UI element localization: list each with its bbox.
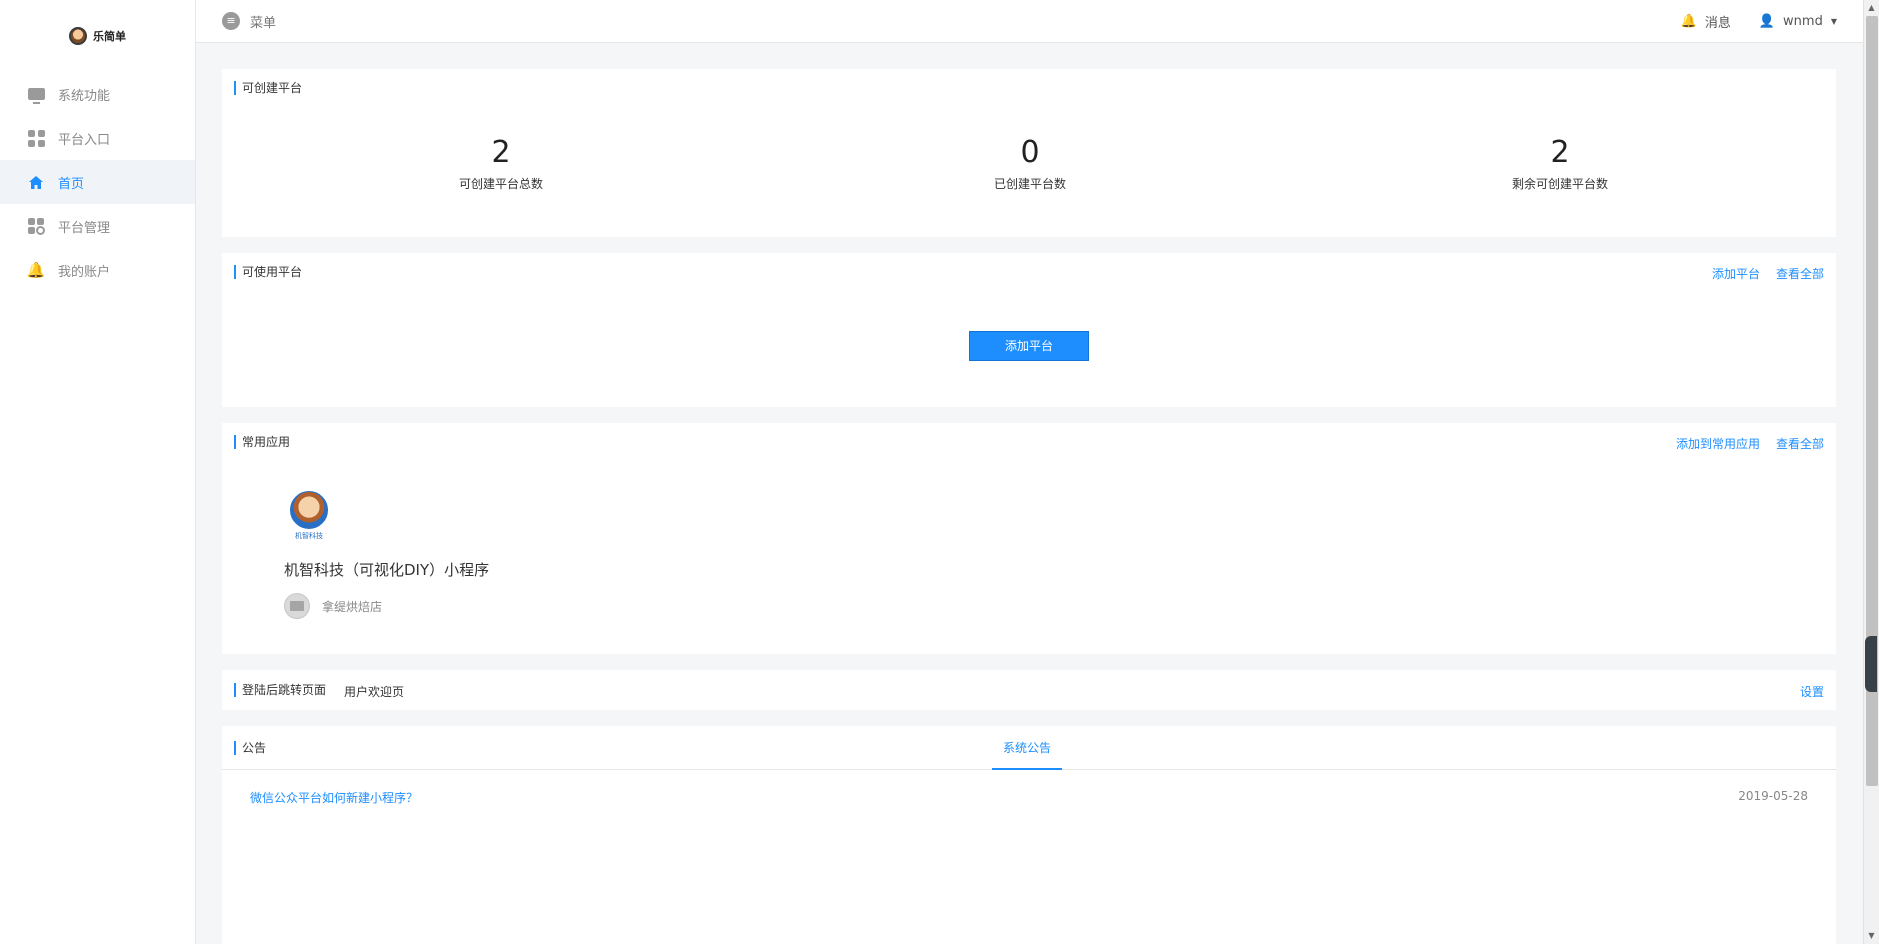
card-actions: 设置 bbox=[1800, 683, 1824, 700]
grid-icon bbox=[26, 128, 46, 148]
messages-label: 消息 bbox=[1704, 15, 1731, 31]
stat-total: 2 可创建平台总数 bbox=[381, 135, 621, 192]
view-all-apps-link[interactable]: 查看全部 bbox=[1776, 435, 1824, 452]
menu-icon: ≡ bbox=[222, 12, 240, 30]
redirect-value: 用户欢迎页 bbox=[344, 685, 405, 699]
topbar-right: 🔔 消息 👤 wnmd ▼ bbox=[1681, 12, 1837, 31]
redirect-card: 登陆后跳转页面 用户欢迎页 设置 bbox=[222, 670, 1836, 710]
notice-item: 微信公众平台如何新建小程序？ 2019-05-28 bbox=[250, 789, 1808, 806]
messages-link[interactable]: 🔔 消息 bbox=[1681, 12, 1731, 31]
card-title: 登陆后跳转页面 bbox=[234, 683, 326, 697]
card-actions: 添加到常用应用 查看全部 bbox=[1676, 435, 1824, 452]
menu-toggle-button[interactable]: ≡ 菜单 bbox=[222, 12, 276, 31]
notice-title-link[interactable]: 微信公众平台如何新建小程序？ bbox=[250, 789, 418, 806]
sidebar-item-platform-entry[interactable]: 平台入口 bbox=[0, 116, 195, 160]
stat-remaining: 2 剩余可创建平台数 bbox=[1440, 135, 1680, 192]
stat-value: 0 bbox=[1020, 135, 1040, 170]
stat-label: 已创建平台数 bbox=[993, 177, 1066, 191]
card-title: 公告 bbox=[234, 741, 266, 755]
bell-icon: 🔔 bbox=[26, 261, 46, 279]
logo-avatar-icon bbox=[69, 27, 87, 45]
sidebar-item-home[interactable]: 首页 bbox=[0, 160, 195, 204]
brand-logo[interactable]: 乐简单 bbox=[0, 0, 195, 72]
shop-name: 拿缇烘焙店 bbox=[322, 599, 383, 614]
vertical-scrollbar[interactable]: ▲ ▼ bbox=[1863, 0, 1879, 944]
topbar: ≡ 菜单 🔔 消息 👤 wnmd ▼ bbox=[196, 0, 1863, 43]
sidebar-item-label: 平台入口 bbox=[58, 132, 111, 148]
sidebar: 乐简单 系统功能 平台入口 首页 平台管理 🔔 我的账户 bbox=[0, 0, 196, 944]
sidebar-item-label: 系统功能 bbox=[58, 88, 111, 104]
grid-settings-icon bbox=[26, 216, 46, 236]
apps-card: 常用应用 添加到常用应用 查看全部 机智科技 机智科技（可视化DIY）小程序 拿… bbox=[222, 423, 1836, 654]
add-to-common-apps-link[interactable]: 添加到常用应用 bbox=[1676, 435, 1760, 452]
app-name[interactable]: 机智科技（可视化DIY）小程序 bbox=[284, 559, 489, 580]
card-title: 可创建平台 bbox=[234, 81, 302, 95]
side-panel-handle[interactable] bbox=[1865, 636, 1877, 692]
stat-value: 2 bbox=[1550, 135, 1570, 170]
tab-system-notice[interactable]: 系统公告 bbox=[992, 726, 1062, 770]
home-icon bbox=[26, 172, 46, 192]
stat-value: 2 bbox=[491, 135, 511, 170]
app-logo-caption: 机智科技 bbox=[295, 532, 323, 540]
sidebar-item-my-account[interactable]: 🔔 我的账户 bbox=[0, 248, 195, 292]
image-placeholder-icon bbox=[284, 593, 310, 619]
main-content: 可创建平台 2 可创建平台总数 0 已创建平台数 2 剩余可创建平台数 可使用平… bbox=[222, 69, 1836, 944]
card-title: 可使用平台 bbox=[234, 265, 302, 279]
monitor-icon bbox=[26, 84, 46, 104]
stat-label: 剩余可创建平台数 bbox=[1511, 177, 1608, 191]
sidebar-item-system[interactable]: 系统功能 bbox=[0, 72, 195, 116]
notice-card: 系统公告 公告 微信公众平台如何新建小程序？ 2019-05-28 bbox=[222, 726, 1836, 944]
caret-down-icon: ▼ bbox=[1830, 16, 1837, 26]
stat-label: 可创建平台总数 bbox=[458, 177, 543, 191]
app-root: 乐简单 系统功能 平台入口 首页 平台管理 🔔 我的账户 ≡ 菜单 🔔 消息 👤… bbox=[0, 0, 1879, 944]
sidebar-item-platform-management[interactable]: 平台管理 bbox=[0, 204, 195, 248]
shop-row[interactable]: 拿缇烘焙店 bbox=[284, 593, 382, 619]
add-platform-button[interactable]: 添加平台 bbox=[969, 331, 1089, 361]
username: wnmd bbox=[1783, 13, 1823, 29]
sidebar-item-label: 我的账户 bbox=[58, 264, 111, 280]
settings-link[interactable]: 设置 bbox=[1800, 683, 1824, 700]
card-actions: 添加平台 查看全部 bbox=[1712, 265, 1824, 282]
logo-text: 乐简单 bbox=[93, 30, 126, 43]
scroll-down-icon[interactable]: ▼ bbox=[1864, 928, 1879, 944]
app-logo-icon[interactable] bbox=[290, 491, 328, 529]
user-icon: 👤 bbox=[1758, 13, 1776, 29]
notice-date: 2019-05-28 bbox=[1738, 789, 1808, 803]
bell-icon: 🔔 bbox=[1680, 13, 1697, 29]
scroll-up-icon[interactable]: ▲ bbox=[1864, 0, 1879, 16]
user-menu[interactable]: 👤 wnmd ▼ bbox=[1759, 14, 1837, 29]
sidebar-item-label: 首页 bbox=[58, 176, 85, 192]
stat-created: 0 已创建平台数 bbox=[910, 135, 1150, 192]
card-title: 常用应用 bbox=[234, 435, 290, 449]
menu-label: 菜单 bbox=[250, 15, 277, 31]
notice-tabs: 系统公告 bbox=[222, 726, 1836, 770]
view-all-platforms-link[interactable]: 查看全部 bbox=[1776, 265, 1824, 282]
platforms-card: 可使用平台 添加平台 查看全部 添加平台 bbox=[222, 253, 1836, 407]
stats-card: 可创建平台 2 可创建平台总数 0 已创建平台数 2 剩余可创建平台数 bbox=[222, 69, 1836, 237]
add-platform-link[interactable]: 添加平台 bbox=[1712, 265, 1760, 282]
sidebar-item-label: 平台管理 bbox=[58, 220, 111, 236]
